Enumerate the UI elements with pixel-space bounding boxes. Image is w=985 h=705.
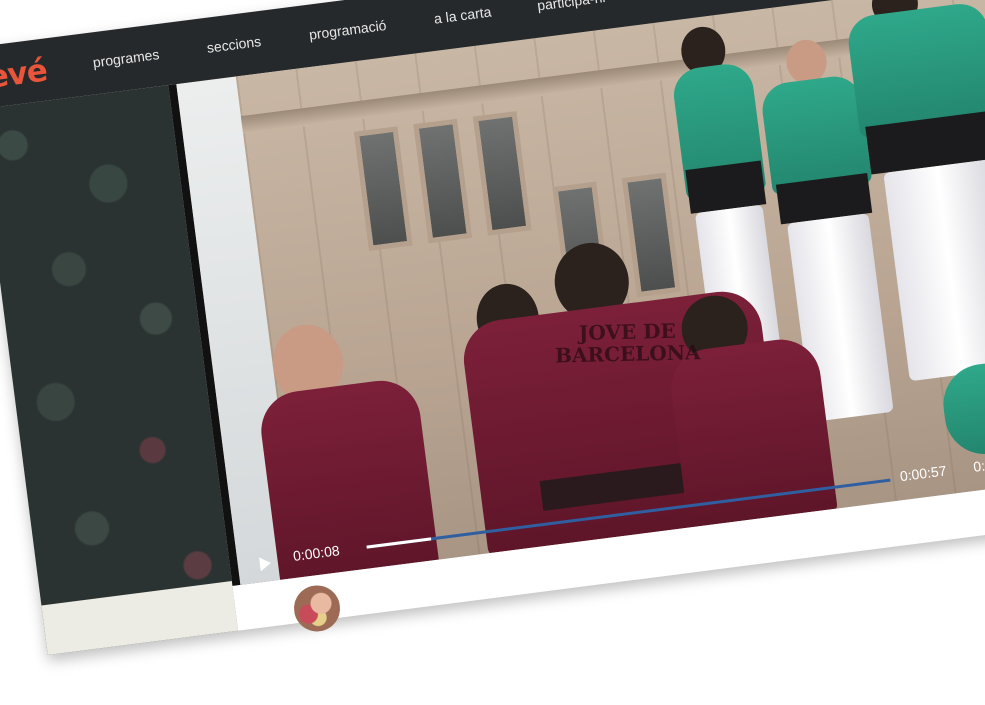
person-shirt: [256, 376, 441, 585]
nav-item-programes[interactable]: programes: [92, 46, 160, 70]
web-page: tevé programes seccions programació a la…: [0, 0, 985, 656]
video-player[interactable]: JOVE DE BARCELONA 0:00:08 0:00:57 0:01:0…: [168, 0, 985, 587]
nav-item-programacio[interactable]: programació: [308, 17, 387, 43]
avatar[interactable]: [291, 582, 343, 635]
play-icon[interactable]: [259, 556, 272, 572]
nav-item-participa-hi[interactable]: participa-hi: [536, 0, 606, 14]
shirt-print-text: JOVE DE BARCELONA: [554, 319, 701, 368]
screenshot-stage: tevé programes seccions programació a la…: [0, 0, 985, 705]
nav-item-a-la-carta[interactable]: a la carta: [433, 4, 492, 27]
brand-logo[interactable]: tevé: [0, 51, 49, 100]
shirt-print-line: BARCELONA: [554, 340, 701, 368]
video-frame[interactable]: JOVE DE BARCELONA 0:00:08 0:00:57 0:01:0…: [176, 0, 985, 585]
nav-item-seccions[interactable]: seccions: [206, 33, 262, 56]
